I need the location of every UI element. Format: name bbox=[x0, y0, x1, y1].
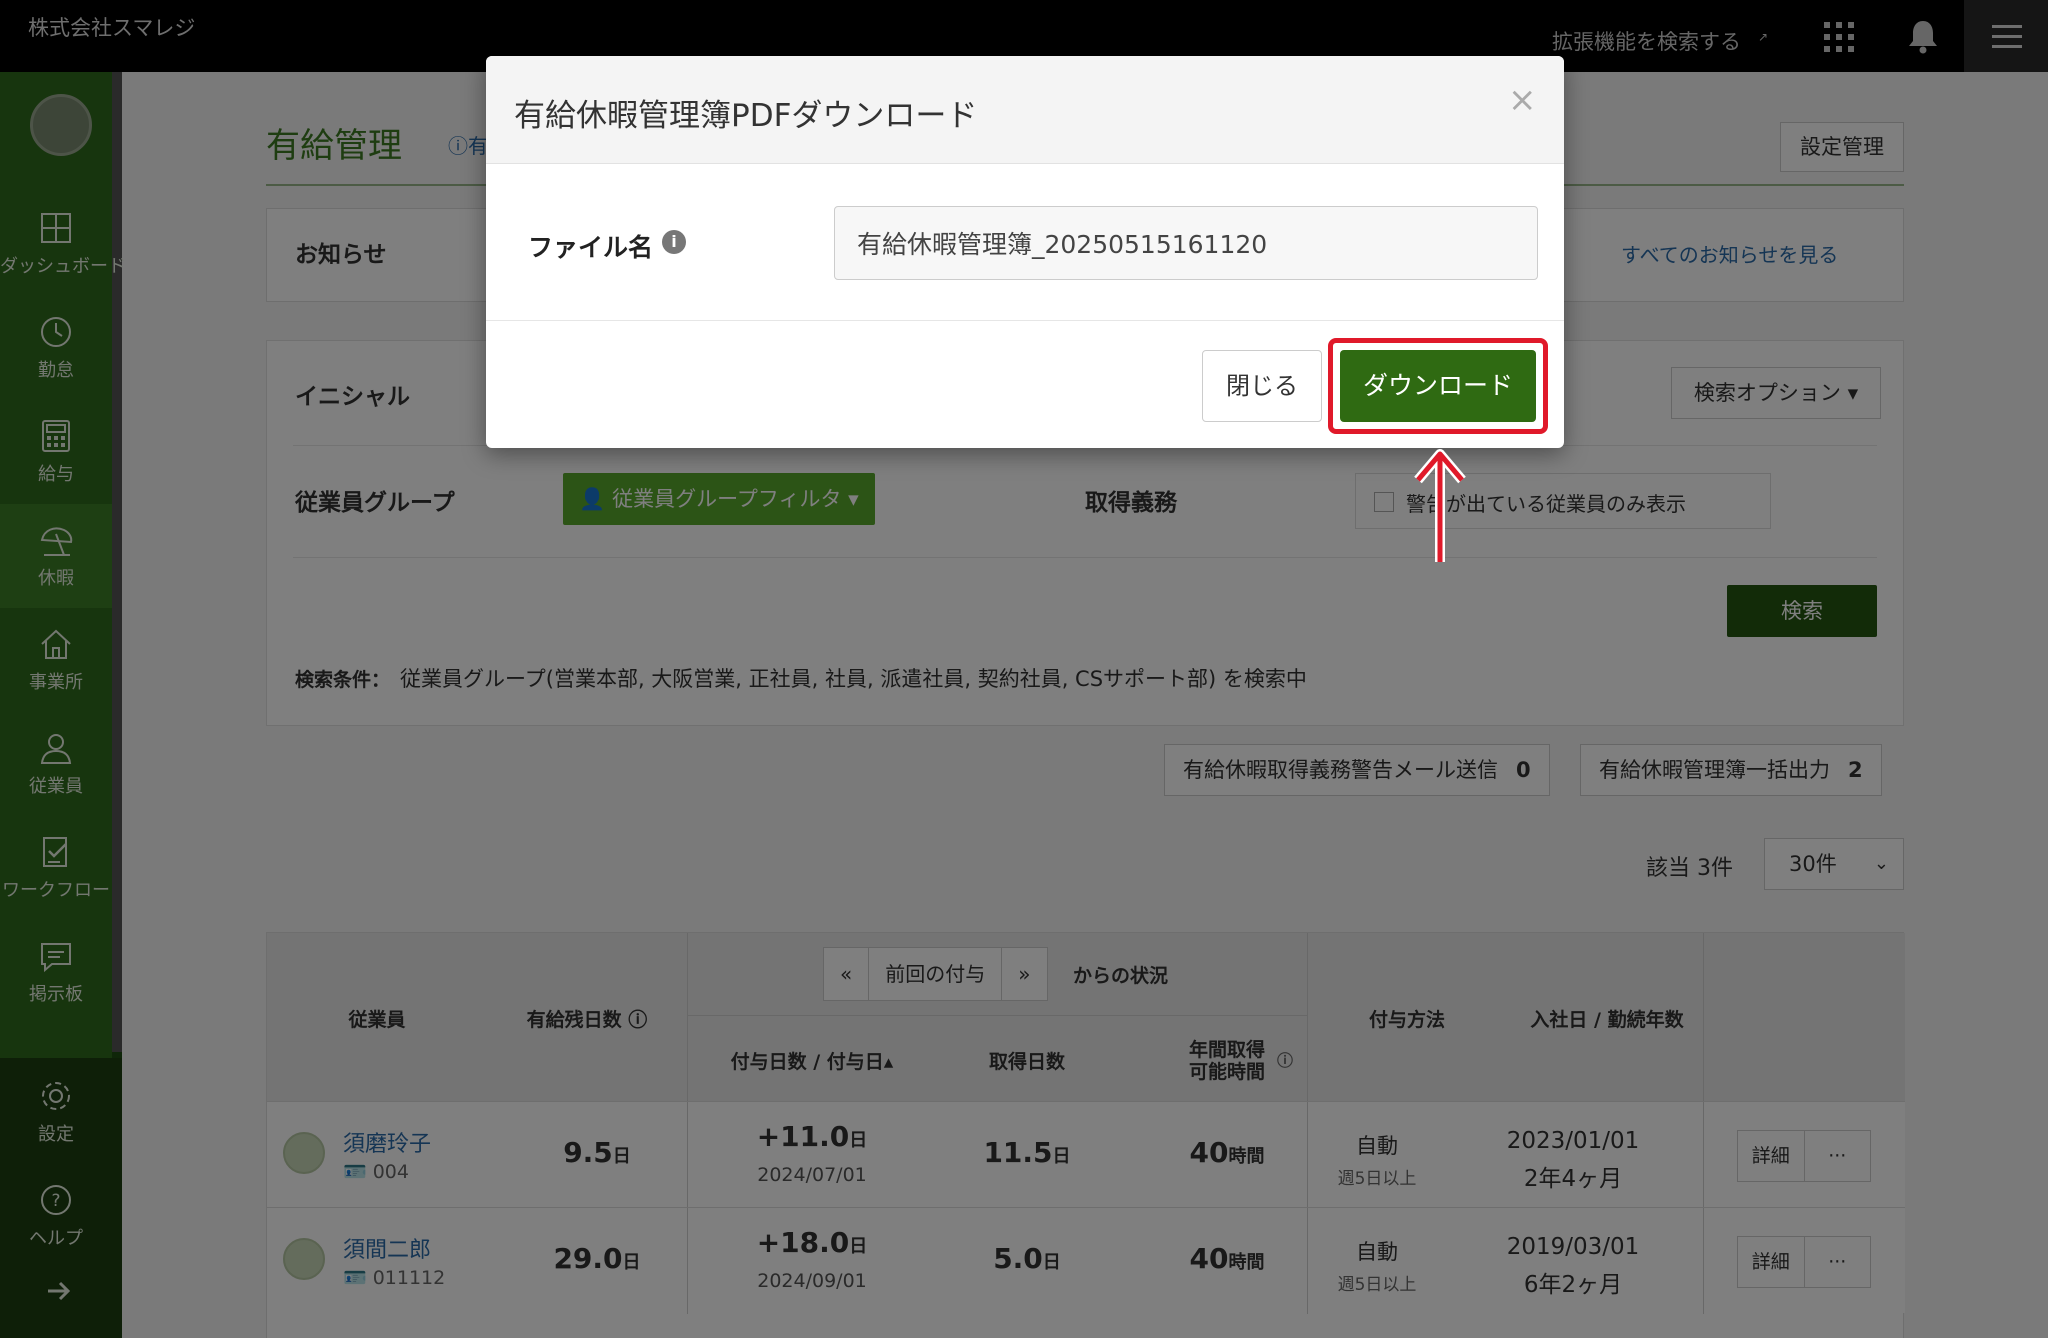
modal-footer-divider bbox=[486, 320, 1564, 321]
info-icon[interactable]: i bbox=[662, 230, 686, 254]
modal-title: 有給休暇管理簿PDFダウンロード bbox=[514, 98, 978, 134]
file-name-label: ファイル名 bbox=[528, 233, 654, 262]
close-button[interactable]: 閉じる bbox=[1202, 350, 1322, 422]
download-highlight-box bbox=[1328, 338, 1548, 434]
arrow-up-icon bbox=[1414, 449, 1466, 562]
file-name-input[interactable] bbox=[834, 206, 1538, 280]
modal-header: 有給休暇管理簿PDFダウンロード × bbox=[486, 56, 1564, 164]
close-icon[interactable]: × bbox=[1508, 80, 1537, 120]
